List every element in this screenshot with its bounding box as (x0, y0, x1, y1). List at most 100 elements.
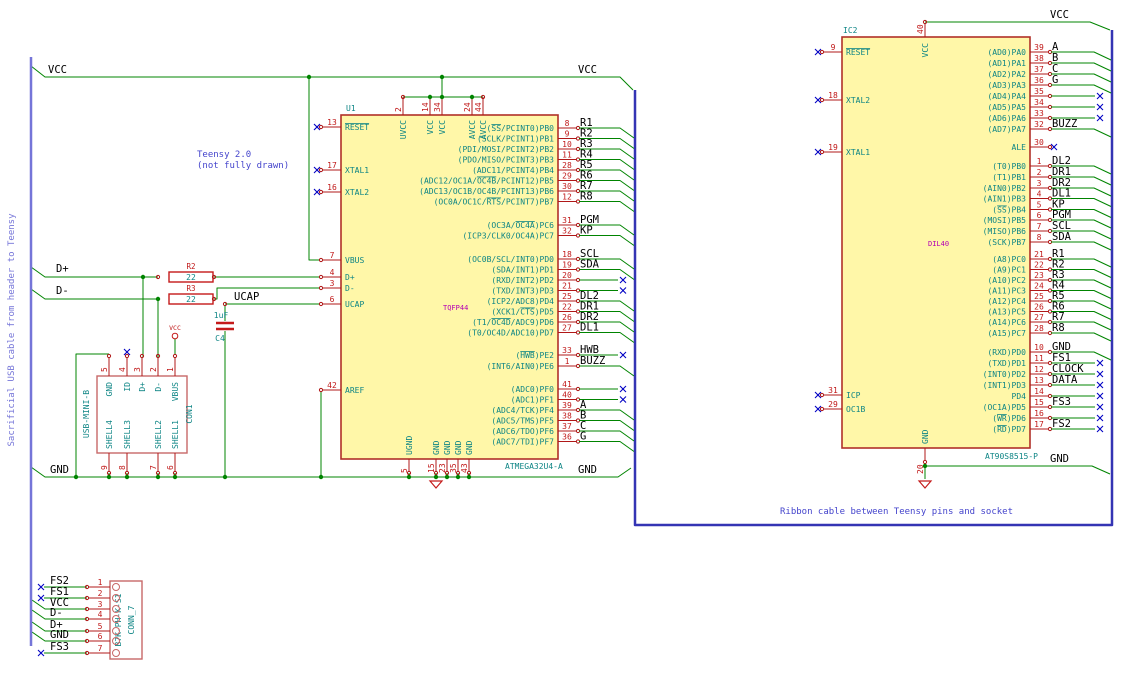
pin-number: 43 (460, 463, 469, 473)
wire[interactable] (1051, 62, 1112, 72)
net-label[interactable]: DL1 (580, 322, 599, 334)
pin-end (318, 301, 324, 307)
resistor-r3[interactable]: R322 (168, 284, 214, 305)
pin-name: UCAP (345, 300, 364, 309)
pin-name: (PDO/MISO/PCINT3)PB3 (458, 156, 555, 165)
pin-number: 29 (562, 172, 572, 181)
net-label[interactable]: D+ (56, 263, 69, 275)
pin-number: 24 (1034, 282, 1044, 291)
net-label[interactable]: FS3 (1052, 396, 1071, 408)
net-label[interactable]: DATA (1052, 374, 1078, 386)
schematic-canvas[interactable]: U1 ATMEGA32U4-A TQFP44 13 RESET 17 XTAL1 16 XTAL… (0, 0, 1131, 690)
ic-value: AT90S8515-P (985, 452, 1038, 461)
net-label[interactable]: BUZZ (580, 355, 605, 367)
pin-number: 10 (1034, 343, 1044, 352)
wire[interactable] (30, 288, 158, 300)
wire[interactable] (1051, 332, 1112, 342)
net-label[interactable]: R8 (580, 191, 593, 203)
net-label[interactable]: GND (50, 629, 69, 641)
junction-dot (124, 474, 130, 480)
pin-number: 8 (118, 465, 127, 470)
wire[interactable] (1051, 51, 1112, 61)
pin-number: 44 (474, 102, 483, 112)
wire[interactable] (579, 365, 635, 377)
net-label[interactable]: G (1052, 74, 1058, 86)
capacitor-c4[interactable]: 1uF C4 (214, 311, 234, 343)
pin-name: (SS)PB4 (992, 206, 1026, 215)
wire[interactable] (579, 441, 635, 452)
pin-number: 7 (1037, 222, 1042, 231)
net-label[interactable]: UCAP (234, 291, 259, 303)
net-label[interactable]: BUZZ (1052, 118, 1077, 130)
pin-end (318, 257, 324, 263)
pin-name: ALE (1012, 143, 1027, 152)
pin-name: (ICP3/CLK0/OC4A)PC7 (462, 232, 554, 241)
pin-number: 13 (327, 118, 337, 127)
net-label[interactable]: SDA (1052, 231, 1072, 243)
pin-name: D+ (138, 382, 147, 392)
wire[interactable] (1051, 73, 1112, 83)
net-label[interactable]: SDA (580, 259, 600, 271)
net-label[interactable]: VCC (48, 64, 67, 76)
wire[interactable] (579, 201, 635, 212)
pin-end (106, 353, 112, 359)
net-label[interactable]: GND (1050, 453, 1069, 465)
noconnect-x-icon (619, 287, 627, 294)
wire[interactable] (30, 65, 634, 91)
pin-name: (ADC11/PCINT4)PB4 (472, 166, 554, 175)
pin-name: PD4 (1012, 392, 1027, 401)
pin-name: (ADC5/TMS)PF5 (491, 417, 554, 426)
pin-number: 23 (438, 463, 447, 473)
net-label[interactable]: D- (56, 285, 69, 297)
wire[interactable] (925, 465, 1111, 475)
pin-name: VCC (438, 120, 447, 135)
pin-number: 2 (394, 107, 403, 112)
pin-name: (ADC0)PF0 (511, 385, 555, 394)
pin-name: SHELL1 (171, 420, 180, 449)
net-label[interactable]: FS3 (50, 641, 69, 653)
wire[interactable] (579, 420, 635, 431)
pin-number: 22 (1034, 261, 1044, 270)
ic-u1[interactable]: U1ATMEGA32U4-ATQFP4413RESET17XTAL116XTAL… (313, 97, 635, 476)
vcc-power-icon: VCC (169, 324, 181, 340)
ic-ic2[interactable]: IC2AT90S8515-PDIL409RESET18XTAL219XTAL13… (814, 19, 1112, 474)
net-label[interactable]: KP (580, 225, 593, 237)
wire[interactable] (579, 409, 635, 421)
wire[interactable] (579, 430, 635, 442)
pin-end (819, 406, 825, 412)
wire[interactable] (925, 21, 1111, 31)
pin-name: UVCC (399, 120, 408, 139)
junction-dot (140, 274, 146, 280)
net-label[interactable]: D- (50, 607, 63, 619)
pin-name: (ADC6/TDO)PF6 (491, 427, 554, 436)
resistor-value: 22 (186, 273, 196, 282)
wire[interactable] (579, 235, 635, 246)
net-label[interactable]: GND (50, 464, 69, 476)
pin-name: (AIN0)PB2 (983, 184, 1027, 193)
pin-name: AREF (345, 386, 364, 395)
net-label[interactable]: R8 (1052, 322, 1065, 334)
pin-name: (AIN1)PB3 (983, 195, 1027, 204)
resistor-r2[interactable]: R222 (168, 262, 214, 283)
net-label[interactable]: GND (578, 464, 597, 476)
pin-name: XTAL2 (846, 96, 870, 105)
net-label[interactable]: VCC (578, 64, 597, 76)
net-label[interactable]: G (580, 431, 586, 443)
net-label[interactable]: VCC (1050, 9, 1069, 21)
pin-number: 18 (828, 91, 838, 100)
pin-number: 5 (1037, 201, 1042, 210)
pin-end (1047, 144, 1053, 150)
pin-number: 33 (562, 346, 572, 355)
pin-end (318, 124, 324, 130)
header-connector[interactable]: B7K-PH-K-S1 CONN_71234567 (84, 578, 143, 660)
net-label[interactable]: FS2 (1052, 418, 1071, 430)
wire[interactable] (1051, 128, 1112, 138)
wire[interactable] (214, 287, 320, 300)
pin-number: 9 (565, 130, 570, 139)
pin-number: 17 (327, 161, 337, 170)
wire[interactable] (579, 332, 635, 343)
wire[interactable] (30, 266, 158, 278)
usb-connector[interactable]: CON1 USB-MINI-B 5 GND 4 ID 3 D+ 2 D- 1 VBUS 9 SHELL4 8… (82, 353, 194, 476)
pin-name: (T1/OC4D/ADC9)PD6 (472, 318, 554, 327)
wire[interactable] (1051, 84, 1112, 94)
